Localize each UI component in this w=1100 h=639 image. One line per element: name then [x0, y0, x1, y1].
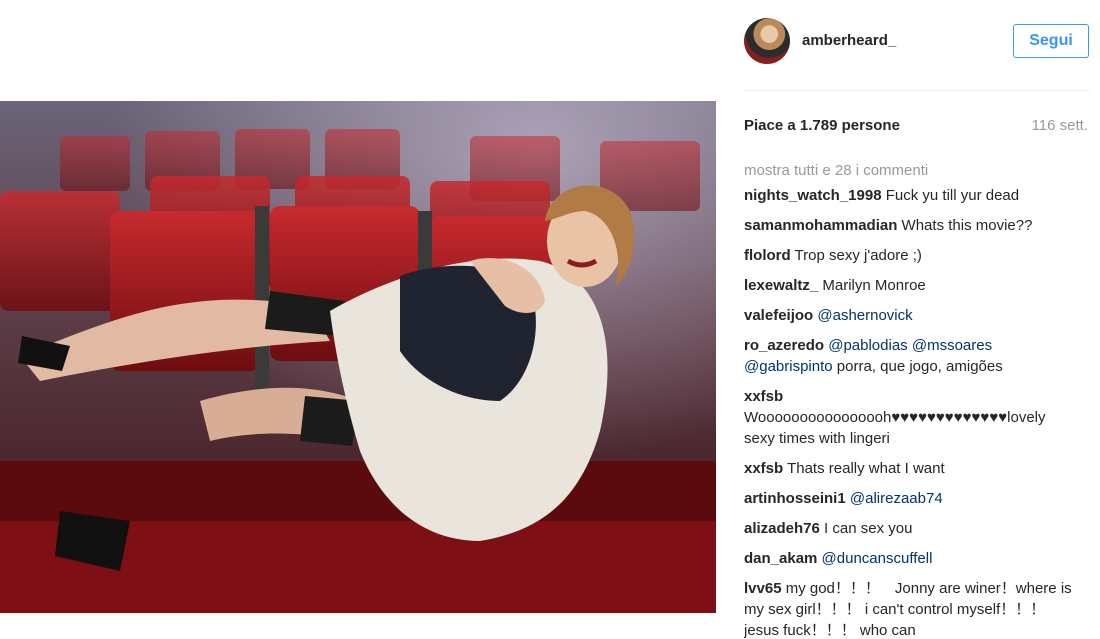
comment-mention[interactable]: @pablodias [828, 337, 907, 354]
comment-text: my god！！！ Jonny are winer！where is my se… [744, 580, 1072, 639]
post-image[interactable] [0, 101, 716, 613]
comment-text: Thats really what I want [783, 460, 945, 477]
comment-item: alizadeh76 I can sex you [744, 518, 1074, 539]
comment-username[interactable]: flolord [744, 247, 791, 264]
comment-mention[interactable]: @gabrispinto [744, 358, 833, 375]
comment-username[interactable]: samanmohammadian [744, 217, 897, 234]
header-divider [744, 90, 1090, 91]
comment-text: Whats this movie?? [897, 217, 1033, 234]
post-header: amberheard_ Segui [744, 18, 1090, 70]
comment-item: valefeijoo @ashernovick [744, 305, 1074, 326]
comment-item: samanmohammadian Whats this movie?? [744, 215, 1074, 236]
comment-username[interactable]: nights_watch_1998 [744, 187, 882, 204]
post-sidebar: amberheard_ Segui Piace a 1.789 persone … [744, 0, 1090, 639]
comment-text: I can sex you [819, 520, 913, 537]
comment-text: Woooooooooooooooh♥♥♥♥♥♥♥♥♥♥♥♥♥lovely sex… [744, 409, 1046, 447]
comment-username[interactable]: lvv65 [744, 580, 782, 597]
comment-mention[interactable]: @ashernovick [817, 307, 912, 324]
comment-item: xxfsb Woooooooooooooooh♥♥♥♥♥♥♥♥♥♥♥♥♥love… [744, 386, 1074, 449]
comment-username[interactable]: ro_azeredo [744, 337, 824, 354]
post-meta: Piace a 1.789 persone 116 sett. [744, 117, 1090, 137]
comment-username[interactable]: lexewaltz_ [744, 277, 818, 294]
comment-username[interactable]: valefeijoo [744, 307, 813, 324]
comments-list[interactable]: mostra tutti e 28 i commenti nights_watc… [744, 160, 1074, 639]
comment-text: Trop sexy j'adore ;) [790, 247, 922, 264]
comment-text: porra, que jogo, amigões [832, 358, 1003, 375]
username[interactable]: amberheard_ [802, 32, 896, 49]
follow-button[interactable]: Segui [1013, 24, 1089, 58]
comment-item: lexewaltz_ Marilyn Monroe [744, 275, 1074, 296]
comment-item: xxfsb Thats really what I want [744, 458, 1074, 479]
comment-username[interactable]: xxfsb [744, 460, 783, 477]
comment-username[interactable]: xxfsb [744, 388, 783, 405]
comment-username[interactable]: artinhosseini1 [744, 490, 846, 507]
avatar[interactable] [744, 18, 790, 64]
show-all-comments-link[interactable]: mostra tutti e 28 i commenti [744, 160, 1074, 181]
comment-item: ro_azeredo @pablodias @mssoares @gabrisp… [744, 335, 1074, 377]
comment-text: Marilyn Monroe [818, 277, 926, 294]
comment-text: Fuck yu till yur dead [881, 187, 1020, 204]
comment-item: flolord Trop sexy j'adore ;) [744, 245, 1074, 266]
comment-mention[interactable]: @mssoares [912, 337, 992, 354]
comment-mention[interactable]: @duncanscuffell [822, 550, 933, 567]
comment-item: lvv65 my god！！！ Jonny are winer！where is… [744, 578, 1074, 639]
comment-mention[interactable]: @alirezaab74 [850, 490, 943, 507]
comment-item: dan_akam @duncanscuffell [744, 548, 1074, 569]
post-age[interactable]: 116 sett. [1032, 117, 1088, 134]
comment-username[interactable]: dan_akam [744, 550, 817, 567]
comment-username[interactable]: alizadeh76 [744, 520, 820, 537]
comment-item: nights_watch_1998 Fuck yu till yur dead [744, 185, 1074, 206]
comment-item: artinhosseini1 @alirezaab74 [744, 488, 1074, 509]
likes-count[interactable]: Piace a 1.789 persone [744, 117, 900, 134]
